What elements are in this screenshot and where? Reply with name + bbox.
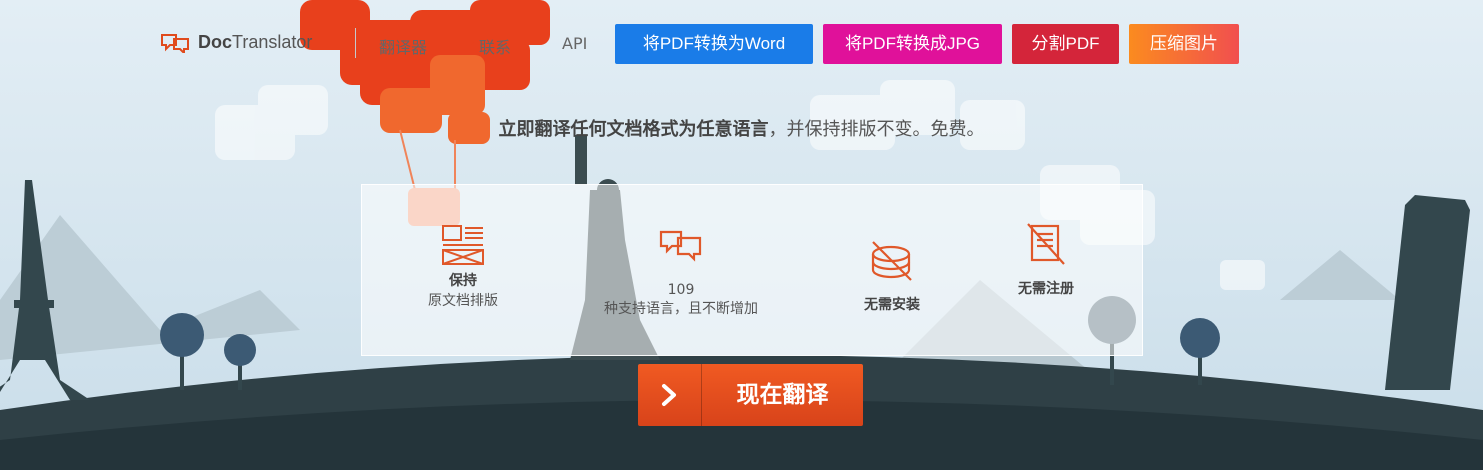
translate-bubbles-icon	[659, 230, 702, 262]
split-pdf-button[interactable]: 分割PDF	[1012, 24, 1119, 64]
feature-no-install: 无需安装	[832, 240, 952, 314]
nav-link-translator[interactable]: 翻译器	[379, 34, 427, 58]
translate-now-label: 现在翻译	[736, 382, 829, 408]
tagline-rest: ，并保持排版不变。免费。	[768, 119, 985, 140]
pdf-to-jpg-button[interactable]: 将PDF转换成JPG	[823, 24, 1002, 64]
translate-now-button[interactable]: 现在翻译	[638, 364, 863, 426]
feature-languages: 109 种支持语言，且不断增加	[581, 226, 781, 318]
pdf-to-word-button[interactable]: 将PDF转换为Word	[615, 24, 813, 64]
feature-subtitle: 原文档排版	[428, 293, 498, 309]
nav-divider	[355, 28, 356, 58]
doctranslator-logo-icon	[161, 34, 189, 53]
tagline-bold: 立即翻译任何文档格式为任意语言	[498, 119, 769, 140]
compress-image-button[interactable]: 压缩图片	[1129, 24, 1239, 64]
nav-link-contact[interactable]: 联系	[479, 34, 511, 58]
no-register-icon	[1027, 223, 1065, 265]
layout-icon	[442, 225, 484, 265]
top-nav: DocTranslator 翻译器 联系 API 将PDF转换为Word 将PD…	[0, 22, 1483, 66]
tagline: 立即翻译任何文档格式为任意语言，并保持排版不变。免费。	[0, 115, 1483, 141]
feature-no-register: 无需注册	[986, 222, 1106, 298]
feature-layout: 保持 原文档排版	[393, 224, 533, 310]
logo[interactable]: DocTranslator	[160, 31, 312, 53]
feature-title: 无需安装	[864, 297, 920, 313]
nav-link-api[interactable]: API	[562, 34, 587, 53]
chevron-right-icon	[638, 364, 702, 426]
no-install-icon	[871, 241, 912, 281]
feature-title: 保持	[449, 273, 477, 289]
feature-subtitle: 种支持语言，且不断增加	[604, 301, 758, 317]
feature-title: 无需注册	[1018, 281, 1074, 297]
logo-text: DocTranslator	[198, 31, 313, 52]
feature-title: 109	[667, 282, 695, 298]
